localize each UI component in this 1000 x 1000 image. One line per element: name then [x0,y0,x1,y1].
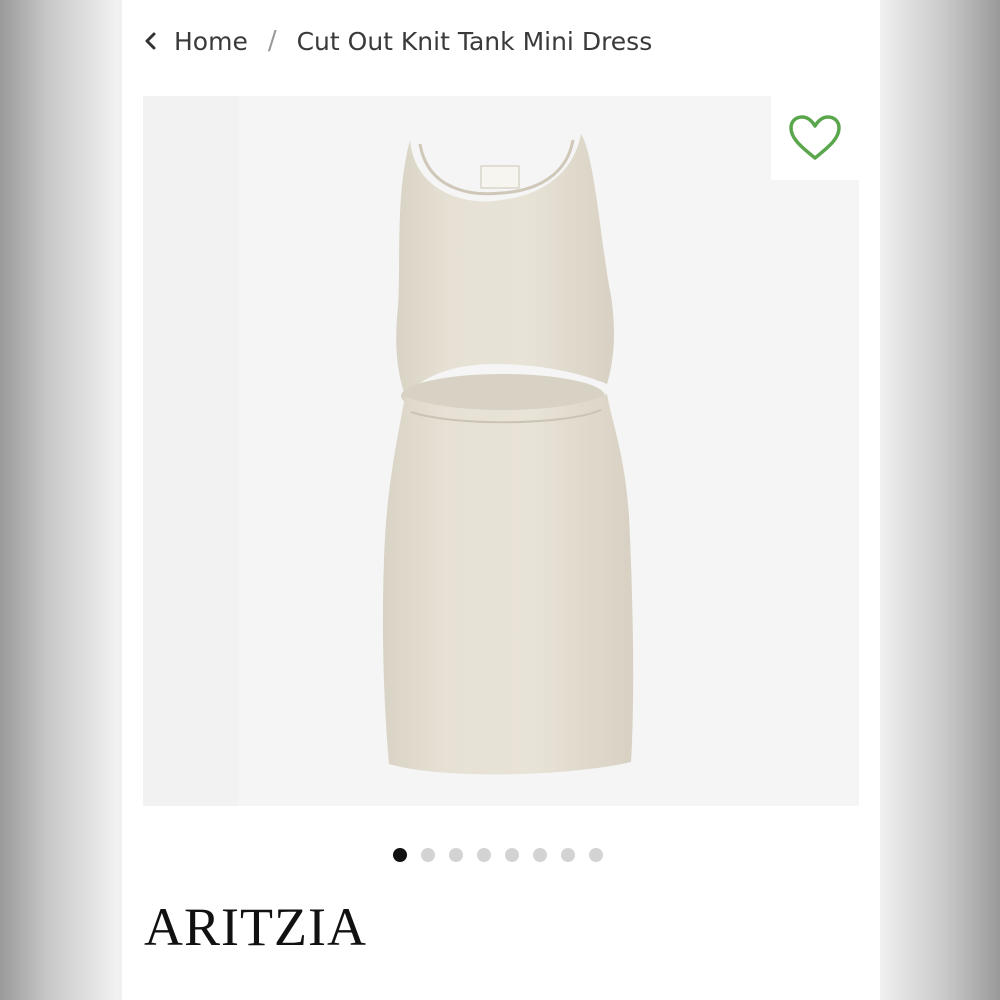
gallery-dot[interactable] [421,848,435,862]
dress-illustration [382,134,634,775]
breadcrumb-separator: / [267,26,277,56]
heart-outline-icon [789,115,841,160]
favorite-button[interactable] [771,96,859,180]
gallery-dot[interactable] [393,848,407,862]
gallery-dot[interactable] [589,848,603,862]
brand-logo[interactable]: ARITZIA [144,896,367,958]
breadcrumb: Home / Cut Out Knit Tank Mini Dress [144,22,652,60]
breadcrumb-home-link[interactable]: Home [174,27,248,56]
gallery-dot[interactable] [505,848,519,862]
breadcrumb-current: Cut Out Knit Tank Mini Dress [296,26,653,56]
dress-skirt [382,394,634,775]
gallery-dot[interactable] [533,848,547,862]
gallery-pagination [393,848,603,862]
gallery-dot[interactable] [449,848,463,862]
dress-label [480,165,520,189]
gallery-dot[interactable] [561,848,575,862]
back-chevron-icon[interactable] [144,31,174,51]
product-image[interactable] [143,96,859,806]
gallery-dot[interactable] [477,848,491,862]
